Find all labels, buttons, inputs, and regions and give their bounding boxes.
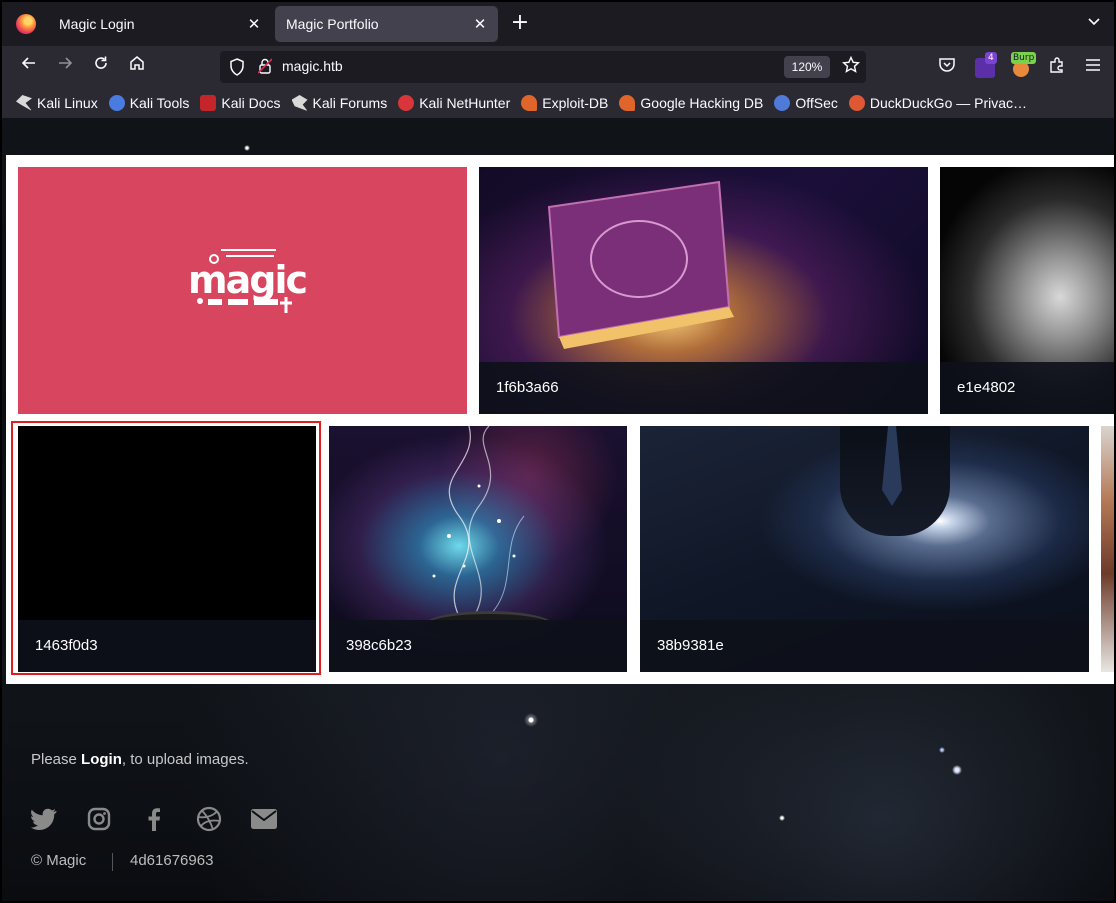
footer-divider <box>112 853 113 871</box>
facebook-icon[interactable] <box>141 806 167 832</box>
card-caption: 38b9381e <box>640 620 1089 672</box>
reload-button[interactable] <box>88 54 114 80</box>
insecure-lock-icon[interactable] <box>256 58 274 76</box>
firefox-icon[interactable] <box>16 14 36 34</box>
footer-message: Please Login, to upload images. <box>31 751 249 768</box>
social-links <box>31 806 306 832</box>
card-caption: 1f6b3a66 <box>479 362 928 414</box>
gallery-card-magic-logo[interactable]: magic <box>18 167 467 414</box>
card-caption: 398c6b23 <box>329 620 627 672</box>
home-button[interactable] <box>124 54 150 80</box>
card-caption: e1e4802 <box>940 362 1114 414</box>
chevron-down-icon[interactable] <box>1084 14 1104 34</box>
exploit-db-icon <box>521 95 538 111</box>
card-caption: 1463f0d3 <box>18 620 316 672</box>
magic-logo-icon: magic <box>188 249 308 313</box>
bookmark-kali-forums[interactable]: Kali Forums <box>291 95 388 111</box>
kali-tools-icon <box>108 95 125 111</box>
bookmark-label: Kali Linux <box>37 95 98 111</box>
arrow-left-icon <box>21 57 35 69</box>
glowing-book-image <box>547 180 734 349</box>
gallery-card-book[interactable]: 1f6b3a66 <box>479 167 928 414</box>
tab-magic-portfolio[interactable]: Magic Portfolio ✕ <box>275 6 498 42</box>
back-button[interactable] <box>16 54 42 80</box>
bookmark-label: Google Hacking DB <box>640 95 764 111</box>
footer-text-after: , to upload images. <box>121 751 249 768</box>
offsec-icon <box>774 95 791 111</box>
gallery-card-magic-hat[interactable]: 398c6b23 <box>329 426 627 672</box>
magic-sparkles-image <box>432 426 525 617</box>
new-tab-button[interactable]: + <box>508 12 532 36</box>
nethunter-icon <box>398 95 415 111</box>
url-text[interactable]: magic.htb <box>282 58 343 74</box>
svg-text:magic: magic <box>188 258 306 302</box>
bookmark-label: DuckDuckGo — Privac… <box>869 95 1028 111</box>
kali-forums-icon <box>291 95 308 111</box>
twitter-icon[interactable] <box>31 806 57 832</box>
tab-label: Magic Portfolio <box>286 16 379 32</box>
nav-toolbar: magic.htb 120% 4 Burp <box>2 46 1114 88</box>
copyright: © Magic <box>31 852 87 869</box>
extension-foxyproxy-icon[interactable]: 4 <box>974 52 997 78</box>
pocket-icon[interactable] <box>936 56 958 78</box>
burp-label: Burp <box>1011 52 1037 64</box>
menu-hamburger-icon[interactable] <box>1082 56 1104 78</box>
email-icon[interactable] <box>251 806 277 832</box>
bookmark-kali-nethunter[interactable]: Kali NetHunter <box>398 95 510 111</box>
close-icon[interactable]: ✕ <box>244 14 264 34</box>
burp-extension-icon[interactable]: Burp <box>1010 52 1037 78</box>
bookmark-label: Kali NetHunter <box>419 95 511 111</box>
extension-badge: 4 <box>985 52 997 64</box>
forward-button[interactable] <box>52 54 78 80</box>
bookmark-label: Kali Tools <box>129 95 190 111</box>
dribbble-icon[interactable] <box>196 806 222 832</box>
instagram-icon[interactable] <box>86 806 112 832</box>
kali-docs-icon <box>200 95 217 111</box>
ghdb-icon <box>619 95 636 111</box>
bookmark-offsec[interactable]: OffSec <box>774 95 838 111</box>
login-link[interactable]: Login <box>81 751 122 768</box>
shield-icon[interactable] <box>228 58 246 76</box>
gallery-card-partial[interactable] <box>1101 426 1114 672</box>
bookmark-label: OffSec <box>795 95 838 111</box>
bookmark-duckduckgo[interactable]: DuckDuckGo — Privac… <box>848 95 1028 111</box>
duckduckgo-icon <box>848 95 865 111</box>
bookmark-kali-docs[interactable]: Kali Docs <box>200 95 281 111</box>
tab-label: Magic Login <box>59 16 135 32</box>
gallery-card-hand[interactable]: e1e4802 <box>940 167 1114 414</box>
extensions-puzzle-icon[interactable] <box>1046 56 1068 78</box>
image-gallery: magic 1f6b3a66 e1e4802 1463f0d3 398c6b23… <box>6 155 1114 684</box>
arrow-right-icon <box>59 57 73 69</box>
tab-strip: Magic Login ✕ Magic Portfolio ✕ + <box>2 2 1114 46</box>
close-icon[interactable]: ✕ <box>470 14 490 34</box>
bookmark-label: Kali Forums <box>312 95 388 111</box>
zoom-level-button[interactable]: 120% <box>784 56 830 78</box>
bookmark-ghdb[interactable]: Google Hacking DB <box>619 95 763 111</box>
page-content: magic 1f6b3a66 e1e4802 1463f0d3 398c6b23… <box>2 118 1114 901</box>
gallery-card-galaxy[interactable]: 38b9381e <box>640 426 1089 672</box>
tab-magic-login[interactable]: Magic Login ✕ <box>48 6 272 42</box>
browser-window: Magic Login ✕ Magic Portfolio ✕ + magic.… <box>0 0 1116 903</box>
reload-icon <box>95 56 107 69</box>
bookmark-exploit-db[interactable]: Exploit-DB <box>521 95 608 111</box>
bookmarks-toolbar: Kali Linux Kali Tools Kali Docs Kali For… <box>2 88 1114 118</box>
bookmark-kali-linux[interactable]: Kali Linux <box>16 95 98 111</box>
gallery-card-black[interactable]: 1463f0d3 <box>18 426 316 672</box>
url-bar[interactable]: magic.htb 120% <box>220 51 866 83</box>
bookmark-label: Kali Docs <box>221 95 281 111</box>
footer-text-before: Please <box>31 751 82 768</box>
bookmark-star-icon[interactable] <box>840 55 862 78</box>
footer-hash: 4d61676963 <box>130 852 214 869</box>
kali-dragon-icon <box>16 95 32 111</box>
bookmark-label: Exploit-DB <box>542 95 609 111</box>
bookmark-kali-tools[interactable]: Kali Tools <box>108 95 190 111</box>
home-icon <box>130 56 144 70</box>
